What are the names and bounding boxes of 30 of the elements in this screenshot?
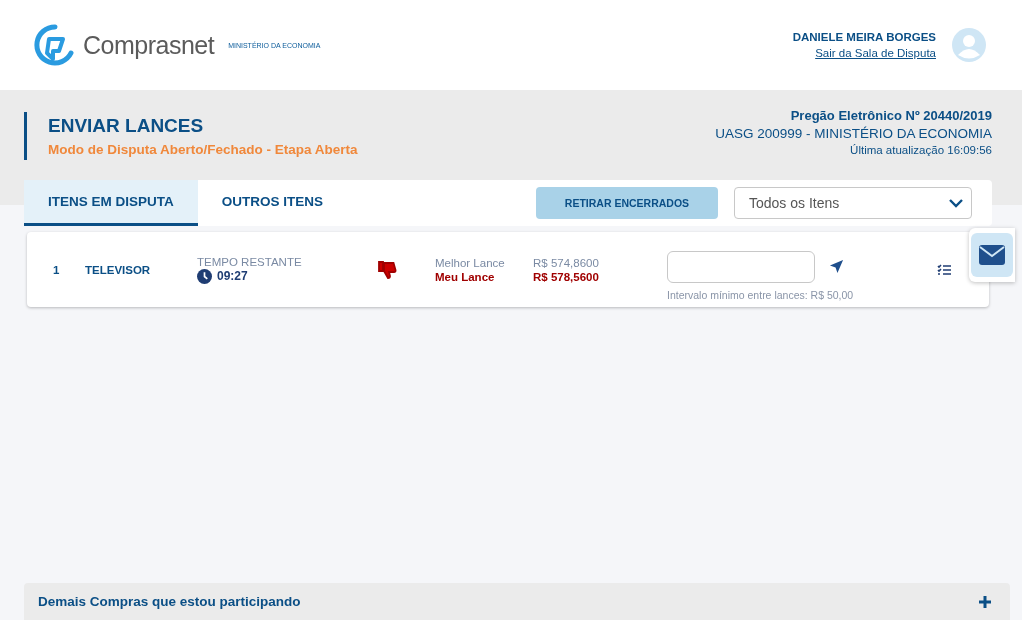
time-label: TEMPO RESTANTE: [197, 255, 303, 268]
logout-link[interactable]: Sair da Sala de Disputa: [815, 47, 936, 59]
last-update: Última atualização 16:09:56: [850, 144, 992, 156]
bid-input[interactable]: [667, 250, 815, 283]
clock-icon: [197, 268, 212, 284]
other-purchases-bar[interactable]: Demais Compras que estou participando: [24, 583, 1010, 620]
best-bid-label: Melhor Lance: [435, 256, 506, 269]
bid-interval-hint: Intervalo mínimo entre lances: R$ 50,00: [667, 288, 855, 301]
messages-button[interactable]: [969, 228, 1015, 282]
logo-text: Comprasnet: [83, 30, 215, 60]
auction-number: Pregão Eletrônico Nº 20440/2019: [790, 108, 992, 123]
plus-icon[interactable]: [979, 595, 991, 608]
time-remaining: 09:27: [217, 269, 248, 283]
send-icon[interactable]: [829, 259, 844, 274]
my-bid-value: R$ 578,5600: [533, 270, 600, 283]
tab[interactable]: ITENS EM DISPUTA: [24, 180, 198, 226]
uasg-label: UASG 200999 - MINISTÉRIO DA ECONOMIA: [715, 126, 992, 141]
remove-closed-button[interactable]: RETIRAR ENCERRADOS: [536, 187, 718, 219]
other-purchases-label: Demais Compras que estou participando: [38, 594, 301, 609]
dispute-mode: Modo de Disputa Aberto/Fechado - Etapa Aberta: [48, 142, 358, 157]
logo-icon: [33, 23, 77, 67]
item-number: 1: [53, 263, 61, 276]
user-name: DANIELE MEIRA BORGES: [792, 31, 936, 43]
item-name: TELEVISOR: [85, 263, 152, 276]
items-filter-dropdown[interactable]: Todos os Itens: [734, 187, 972, 219]
checklist-icon[interactable]: [937, 263, 951, 276]
my-bid-label: Meu Lance: [435, 270, 496, 283]
page-title: ENVIAR LANCES: [48, 115, 205, 137]
best-bid-value: R$ 574,8600: [533, 256, 600, 269]
chevron-down-icon[interactable]: [949, 198, 963, 208]
